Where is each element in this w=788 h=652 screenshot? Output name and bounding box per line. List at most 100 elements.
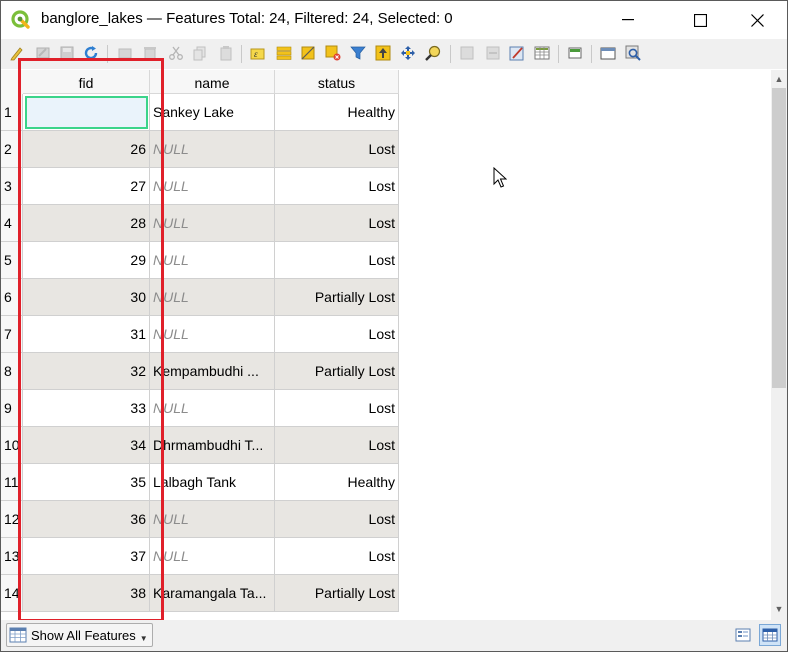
cell-name[interactable]: NULL bbox=[150, 131, 275, 168]
scroll-up-arrow-icon[interactable]: ▲ bbox=[771, 71, 787, 87]
row-number-header[interactable]: 12 bbox=[1, 501, 23, 538]
table-row[interactable]: 3 27 NULL Lost bbox=[1, 168, 399, 205]
cell-fid[interactable]: 35 bbox=[23, 464, 150, 501]
reload-table-icon[interactable] bbox=[82, 44, 100, 62]
cell-status[interactable]: Lost bbox=[275, 390, 399, 427]
form-view-button[interactable] bbox=[732, 624, 754, 646]
cell-name[interactable]: Dhrmambudhi T... bbox=[150, 427, 275, 464]
table-row[interactable]: 5 29 NULL Lost bbox=[1, 242, 399, 279]
row-number-header[interactable]: 14 bbox=[1, 575, 23, 612]
filter-select-icon[interactable] bbox=[349, 44, 367, 62]
table-row[interactable]: 4 28 NULL Lost bbox=[1, 205, 399, 242]
row-number-header[interactable]: 8 bbox=[1, 353, 23, 390]
cell-status[interactable]: Lost bbox=[275, 205, 399, 242]
save-edits-icon[interactable] bbox=[58, 44, 76, 62]
cell-name[interactable]: Karamangala Ta... bbox=[150, 575, 275, 612]
cell-status[interactable]: Lost bbox=[275, 501, 399, 538]
row-number-header[interactable]: 3 bbox=[1, 168, 23, 205]
multi-edit-icon[interactable] bbox=[34, 44, 52, 62]
cell-name[interactable]: NULL bbox=[150, 316, 275, 353]
cell-fid[interactable]: 28 bbox=[23, 205, 150, 242]
cut-icon[interactable] bbox=[167, 44, 185, 62]
table-row[interactable]: 12 36 NULL Lost bbox=[1, 501, 399, 538]
cell-name[interactable]: NULL bbox=[150, 390, 275, 427]
scrollbar-thumb[interactable] bbox=[772, 88, 786, 388]
table-row[interactable]: 7 31 NULL Lost bbox=[1, 316, 399, 353]
table-row[interactable]: 9 33 NULL Lost bbox=[1, 390, 399, 427]
cell-status[interactable]: Lost bbox=[275, 538, 399, 575]
pan-to-selection-icon[interactable] bbox=[399, 44, 417, 62]
cell-fid[interactable]: 34 bbox=[23, 427, 150, 464]
select-by-expression-icon[interactable]: ε bbox=[249, 44, 267, 62]
copy-icon[interactable] bbox=[191, 44, 209, 62]
cell-status[interactable]: Lost bbox=[275, 168, 399, 205]
cell-fid[interactable]: 33 bbox=[23, 390, 150, 427]
delete-feature-icon[interactable] bbox=[141, 44, 159, 62]
table-row[interactable]: 8 32 Kempambudhi ... Partially Lost bbox=[1, 353, 399, 390]
row-number-header[interactable]: 9 bbox=[1, 390, 23, 427]
cell-status[interactable]: Lost bbox=[275, 242, 399, 279]
cell-name[interactable]: NULL bbox=[150, 168, 275, 205]
row-number-header[interactable]: 6 bbox=[1, 279, 23, 316]
minimize-button[interactable] bbox=[605, 1, 651, 39]
cell-status[interactable]: Partially Lost bbox=[275, 279, 399, 316]
vertical-scrollbar[interactable]: ▲ ▼ bbox=[771, 70, 787, 620]
cell-fid[interactable]: 30 bbox=[23, 279, 150, 316]
cell-fid[interactable]: 29 bbox=[23, 242, 150, 279]
cell-status[interactable]: Partially Lost bbox=[275, 353, 399, 390]
row-number-header[interactable]: 2 bbox=[1, 131, 23, 168]
column-header-status[interactable]: status bbox=[275, 70, 399, 94]
cell-fid[interactable]: 26 bbox=[23, 131, 150, 168]
cell-name[interactable]: NULL bbox=[150, 501, 275, 538]
table-row[interactable]: 13 37 NULL Lost bbox=[1, 538, 399, 575]
row-number-header[interactable]: 5 bbox=[1, 242, 23, 279]
new-field-icon[interactable] bbox=[458, 44, 476, 62]
deselect-all-icon[interactable] bbox=[324, 44, 342, 62]
cell-fid[interactable]: 31 bbox=[23, 316, 150, 353]
row-number-header[interactable]: 11 bbox=[1, 464, 23, 501]
move-selection-top-icon[interactable] bbox=[374, 44, 392, 62]
table-row[interactable]: 14 38 Karamangala Ta... Partially Lost bbox=[1, 575, 399, 612]
row-number-header[interactable]: 10 bbox=[1, 427, 23, 464]
table-row[interactable]: 2 26 NULL Lost bbox=[1, 131, 399, 168]
show-features-dropdown[interactable]: Show All Features ▼ bbox=[6, 623, 153, 647]
cell-fid[interactable]: 38 bbox=[23, 575, 150, 612]
cell-fid[interactable]: 27 bbox=[23, 168, 150, 205]
table-row[interactable]: 10 34 Dhrmambudhi T... Lost bbox=[1, 427, 399, 464]
cell-fid[interactable]: 32 bbox=[23, 353, 150, 390]
cell-status[interactable]: Lost bbox=[275, 316, 399, 353]
column-header-fid[interactable]: fid bbox=[23, 70, 150, 94]
select-all-icon[interactable] bbox=[275, 44, 293, 62]
table-corner-header[interactable] bbox=[1, 70, 24, 95]
paste-icon[interactable] bbox=[217, 44, 235, 62]
cell-status[interactable]: Healthy bbox=[275, 94, 399, 131]
zoom-map-icon[interactable] bbox=[624, 44, 642, 62]
cell-fid[interactable]: 36 bbox=[23, 501, 150, 538]
scroll-down-arrow-icon[interactable]: ▼ bbox=[771, 601, 787, 617]
row-number-header[interactable]: 7 bbox=[1, 316, 23, 353]
cell-name[interactable]: Kempambudhi ... bbox=[150, 353, 275, 390]
cell-name[interactable]: NULL bbox=[150, 242, 275, 279]
row-number-header[interactable]: 13 bbox=[1, 538, 23, 575]
cell-fid[interactable]: 37 bbox=[23, 538, 150, 575]
cell-status[interactable]: Lost bbox=[275, 131, 399, 168]
cell-name[interactable]: NULL bbox=[150, 205, 275, 242]
close-button[interactable] bbox=[734, 1, 780, 39]
cell-status[interactable]: Partially Lost bbox=[275, 575, 399, 612]
cell-status[interactable]: Healthy bbox=[275, 464, 399, 501]
add-feature-icon[interactable] bbox=[116, 44, 134, 62]
maximize-button[interactable] bbox=[677, 1, 723, 39]
cell-status[interactable]: Lost bbox=[275, 427, 399, 464]
zoom-to-selection-icon[interactable] bbox=[424, 44, 442, 62]
conditional-formatting-icon[interactable] bbox=[533, 44, 551, 62]
table-view-button[interactable] bbox=[759, 624, 781, 646]
cell-name[interactable]: NULL bbox=[150, 279, 275, 316]
table-row[interactable]: 11 35 Lalbagh Tank Healthy bbox=[1, 464, 399, 501]
cell-name[interactable]: Lalbagh Tank bbox=[150, 464, 275, 501]
toggle-editing-icon[interactable] bbox=[8, 44, 26, 62]
dock-window-icon[interactable] bbox=[599, 44, 617, 62]
invert-selection-icon[interactable] bbox=[299, 44, 317, 62]
table-row[interactable]: 6 30 NULL Partially Lost bbox=[1, 279, 399, 316]
row-number-header[interactable]: 1 bbox=[1, 94, 23, 131]
dock-table-icon[interactable] bbox=[566, 44, 584, 62]
